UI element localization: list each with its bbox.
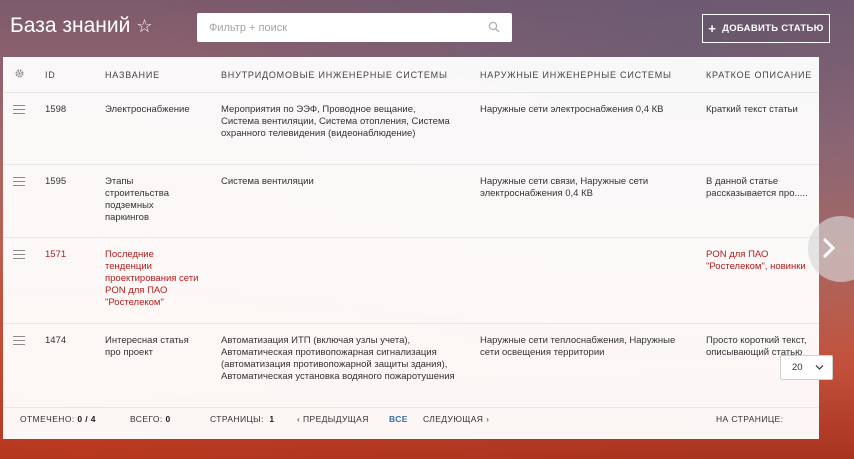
total-count-value: 0 (165, 414, 171, 424)
column-header-internal-systems[interactable]: ВНУТРИДОМОВЫЕ ИНЖЕНЕРНЫЕ СИСТЕМЫ (221, 70, 448, 80)
row-id: 1474 (45, 335, 67, 346)
column-header-name[interactable]: НАЗВАНИЕ (105, 70, 160, 80)
row-description: PON для ПАО "Ростелеком", новинки (706, 249, 806, 272)
selected-count-label: ОТМЕЧЕНО: (20, 414, 75, 424)
row-name[interactable]: Интересная статья про проект (105, 335, 201, 359)
articles-panel: ID НАЗВАНИЕ ВНУТРИДОМОВЫЕ ИНЖЕНЕРНЫЕ СИС… (3, 57, 819, 439)
row-description: Краткий текст статьи (706, 104, 798, 115)
prev-page-link[interactable]: ‹ ПРЕДЫДУЩАЯ (297, 414, 369, 424)
drag-handle-icon[interactable] (13, 250, 25, 259)
row-id: 1598 (45, 104, 67, 115)
gear-icon[interactable] (14, 68, 25, 79)
search-icon[interactable] (488, 21, 500, 33)
column-header-description[interactable]: КРАТКОЕ ОПИСАНИЕ (706, 70, 812, 80)
row-name[interactable]: Последние тенденции проектирования сети … (105, 249, 201, 309)
row-internal-systems: Мероприятия по ЭЭФ, Проводное вещание, С… (221, 104, 450, 139)
drag-handle-icon[interactable] (13, 177, 25, 186)
pages-count-value: 1 (269, 414, 275, 424)
chevron-right-icon (822, 237, 836, 259)
next-page-link[interactable]: СЛЕДУЮЩАЯ › (423, 414, 489, 424)
row-name[interactable]: Этапы строительства подземных паркингов (105, 176, 185, 224)
page-title-text: База знаний (10, 14, 131, 37)
drag-handle-icon[interactable] (13, 336, 25, 345)
table-footer: ОТМЕЧЕНО: 0 / 4 ВСЕГО: 0 СТРАНИЦЫ: 1 ‹ П… (3, 407, 819, 439)
table-row[interactable]: 1598 Электроснабжение Мероприятия по ЭЭФ… (3, 93, 819, 165)
pages-count: СТРАНИЦЫ: 1 (210, 414, 275, 424)
table-row[interactable]: 1595 Этапы строительства подземных парки… (3, 165, 819, 238)
search-box[interactable] (197, 13, 512, 42)
next-page-label: СЛЕДУЮЩАЯ (423, 414, 484, 424)
chevron-right-icon: › (486, 414, 490, 424)
total-count: ВСЕГО: 0 (130, 414, 171, 424)
page-title: База знаний ☆ (10, 14, 152, 38)
per-page-value: 20 (792, 362, 803, 373)
row-id: 1595 (45, 176, 67, 187)
row-id: 1571 (45, 249, 67, 260)
per-page-label: НА СТРАНИЦЕ: (716, 414, 784, 424)
table-row[interactable]: 1474 Интересная статья про проект Автома… (3, 324, 819, 408)
total-count-label: ВСЕГО: (130, 414, 163, 424)
drag-handle-icon[interactable] (13, 105, 25, 114)
column-header-id[interactable]: ID (45, 70, 56, 80)
row-external-systems: Наружные сети связи, Наружные сети элект… (480, 176, 649, 199)
row-internal-systems: Система вентиляции (221, 176, 314, 187)
add-article-label: ДОБАВИТЬ СТАТЬЮ (722, 23, 824, 34)
row-internal-systems: Автоматизация ИТП (включая узлы учета), … (221, 335, 455, 382)
row-external-systems: Наружные сети теплоснабжения, Наружные с… (480, 335, 676, 358)
star-icon[interactable]: ☆ (136, 16, 152, 37)
selected-count-value: 0 / 4 (77, 414, 96, 424)
add-article-button[interactable]: + ДОБАВИТЬ СТАТЬЮ (702, 14, 830, 43)
table-row[interactable]: 1571 Последние тенденции проектирования … (3, 238, 819, 324)
page-header: База знаний ☆ + ДОБАВИТЬ СТАТЬЮ (0, 0, 854, 55)
search-input[interactable] (197, 14, 477, 41)
chevron-down-icon (815, 365, 824, 370)
chevron-left-icon: ‹ (297, 414, 301, 424)
selected-count: ОТМЕЧЕНО: 0 / 4 (20, 414, 96, 424)
pages-count-label: СТРАНИЦЫ: (210, 414, 264, 424)
table-header: ID НАЗВАНИЕ ВНУТРИДОМОВЫЕ ИНЖЕНЕРНЫЕ СИС… (3, 57, 819, 93)
row-external-systems: Наружные сети электроснабжения 0,4 КВ (480, 104, 664, 115)
prev-page-label: ПРЕДЫДУЩАЯ (303, 414, 369, 424)
row-description: В данной статье рассказывается про..... (706, 176, 808, 199)
column-header-external-systems[interactable]: НАРУЖНЫЕ ИНЖЕНЕРНЫЕ СИСТЕМЫ (480, 70, 672, 80)
per-page-select[interactable]: 20 (780, 355, 833, 380)
all-pages-link[interactable]: ВСЕ (389, 414, 408, 424)
row-name[interactable]: Электроснабжение (105, 104, 210, 116)
plus-icon: + (708, 21, 717, 36)
